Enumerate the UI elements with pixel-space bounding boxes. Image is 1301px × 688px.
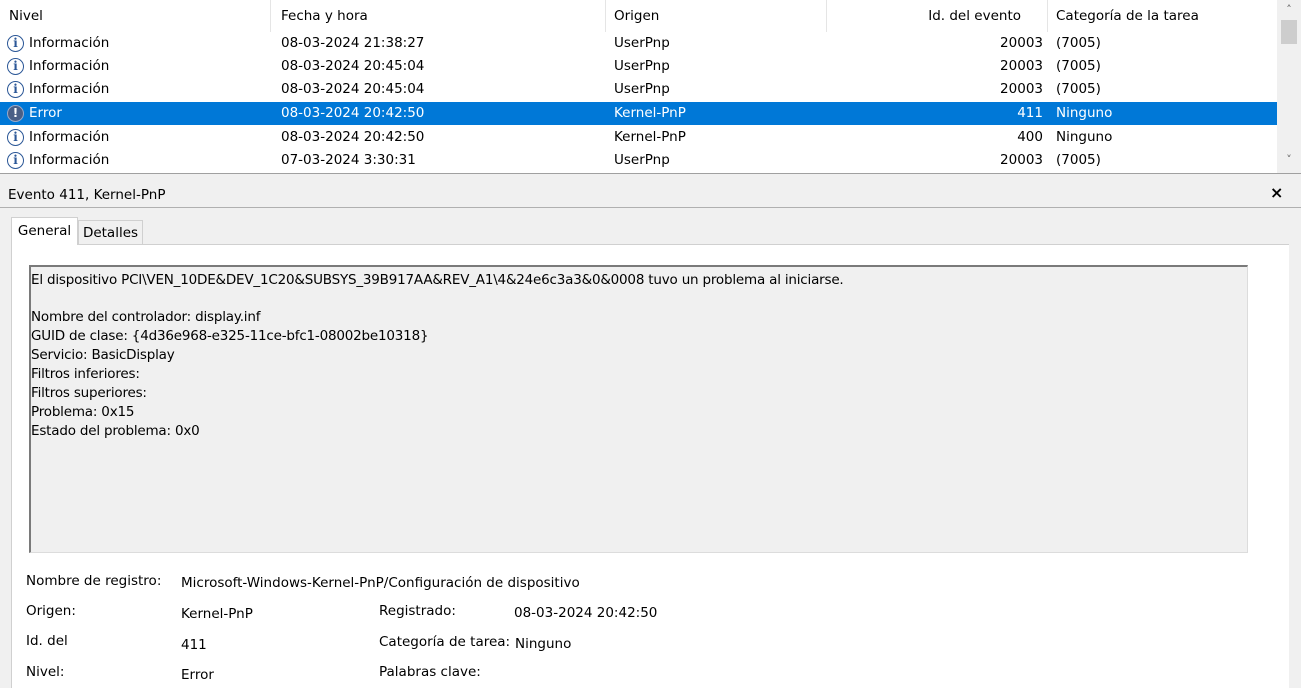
row-source: UserPnp (614, 81, 670, 97)
task-category-value[interactable]: Ninguno (515, 636, 571, 652)
column-header-task-category[interactable]: Categoría de la tarea (1056, 0, 1199, 32)
column-divider[interactable] (605, 0, 606, 32)
scroll-down-arrow-icon[interactable]: ˅ (1277, 152, 1301, 168)
table-row[interactable]: i Información 08-03-2024 21:38:27 UserPn… (0, 32, 1277, 55)
table-row-selected[interactable]: ! Error 08-03-2024 20:42:50 Kernel-PnP 4… (0, 102, 1277, 125)
info-icon: i (7, 35, 24, 52)
column-header-datetime[interactable]: Fecha y hora (281, 0, 368, 32)
row-event-id: 20003 (1000, 35, 1043, 51)
event-id-label: Id. del (26, 633, 68, 649)
tab-details[interactable]: Detalles (78, 220, 143, 245)
tab-general[interactable]: General (11, 217, 78, 245)
log-name-value[interactable]: Microsoft-Windows-Kernel-PnP/Configuraci… (181, 575, 580, 591)
row-datetime: 08-03-2024 20:42:50 (281, 105, 425, 121)
row-datetime: 08-03-2024 21:38:27 (281, 35, 425, 51)
row-level: Información (29, 129, 110, 145)
row-datetime: 08-03-2024 20:45:04 (281, 58, 425, 74)
row-source: Kernel-PnP (614, 129, 686, 145)
vertical-scrollbar[interactable]: ˄ ˅ (1277, 0, 1301, 173)
row-datetime: 08-03-2024 20:42:50 (281, 129, 425, 145)
close-icon[interactable]: × (1270, 183, 1283, 202)
description-line: Estado del problema: 0x0 (31, 423, 200, 439)
description-line: Servicio: BasicDisplay (31, 347, 175, 363)
event-list: Nivel Fecha y hora Origen Id. del evento… (0, 0, 1301, 173)
event-preview-pane: Evento 411, Kernel-PnP × General Detalle… (0, 177, 1301, 688)
row-source: UserPnp (614, 58, 670, 74)
table-row[interactable]: i Información 08-03-2024 20:42:50 Kernel… (0, 126, 1277, 149)
column-divider[interactable] (270, 0, 271, 32)
info-icon: i (7, 81, 24, 98)
row-level: Información (29, 58, 110, 74)
row-event-id: 20003 (1000, 81, 1043, 97)
description-line: Problema: 0x15 (31, 404, 135, 420)
column-header-event-id[interactable]: Id. del evento (928, 0, 1021, 32)
row-source: UserPnp (614, 35, 670, 51)
table-row[interactable]: i Información 08-03-2024 20:45:04 UserPn… (0, 78, 1277, 101)
logged-label: Registrado: (379, 603, 456, 619)
row-level: Información (29, 81, 110, 97)
table-row[interactable]: i Información 08-03-2024 20:45:04 UserPn… (0, 55, 1277, 78)
row-level: Información (29, 35, 110, 51)
row-task-category: (7005) (1056, 58, 1101, 74)
row-task-category: Ninguno (1056, 129, 1113, 145)
preview-title: Evento 411, Kernel-PnP (8, 187, 166, 203)
row-event-id: 20003 (1000, 58, 1043, 74)
info-icon: i (7, 58, 24, 75)
column-header-row: Nivel Fecha y hora Origen Id. del evento… (0, 0, 1277, 32)
row-datetime: 07-03-2024 3:30:31 (281, 152, 416, 168)
column-divider[interactable] (826, 0, 827, 32)
description-line: Filtros superiores: (31, 385, 147, 401)
event-id-value[interactable]: 411 (181, 637, 207, 653)
info-icon: i (7, 129, 24, 146)
row-event-id: 400 (1017, 129, 1043, 145)
row-datetime: 08-03-2024 20:45:04 (281, 81, 425, 97)
row-event-id: 20003 (1000, 152, 1043, 168)
row-level: Información (29, 152, 110, 168)
logged-value[interactable]: 08-03-2024 20:42:50 (514, 605, 657, 621)
source-value[interactable]: Kernel-PnP (181, 606, 253, 622)
divider (0, 207, 1301, 208)
row-task-category: Ninguno (1056, 105, 1113, 121)
description-line: El dispositivo PCI\VEN_10DE&DEV_1C20&SUB… (31, 272, 844, 288)
column-divider[interactable] (1047, 0, 1048, 32)
scrollbar-thumb[interactable] (1281, 20, 1297, 44)
level-label: Nivel: (26, 664, 65, 680)
description-line: GUID de clase: {4d36e968-e325-11ce-bfc1-… (31, 328, 429, 344)
scroll-up-arrow-icon[interactable]: ˄ (1277, 2, 1301, 18)
keywords-label: Palabras clave: (379, 664, 481, 680)
row-task-category: (7005) (1056, 152, 1101, 168)
table-row[interactable]: i Información 07-03-2024 3:30:31 UserPnp… (0, 149, 1277, 172)
description-line: Filtros inferiores: (31, 366, 140, 382)
row-task-category: (7005) (1056, 81, 1101, 97)
log-name-label: Nombre de registro: (26, 573, 162, 589)
row-event-id: 411 (1017, 105, 1043, 121)
column-header-source[interactable]: Origen (614, 0, 659, 32)
error-icon: ! (7, 105, 24, 122)
source-label: Origen: (26, 603, 76, 619)
task-category-label: Categoría de tarea: (379, 634, 511, 650)
row-source: UserPnp (614, 152, 670, 168)
description-line: Nombre del controlador: display.inf (31, 309, 261, 325)
column-header-level[interactable]: Nivel (9, 0, 43, 32)
row-task-category: (7005) (1056, 35, 1101, 51)
row-level: Error (29, 105, 62, 121)
level-value[interactable]: Error (181, 667, 214, 683)
info-icon: i (7, 152, 24, 169)
row-source: Kernel-PnP (614, 105, 686, 121)
